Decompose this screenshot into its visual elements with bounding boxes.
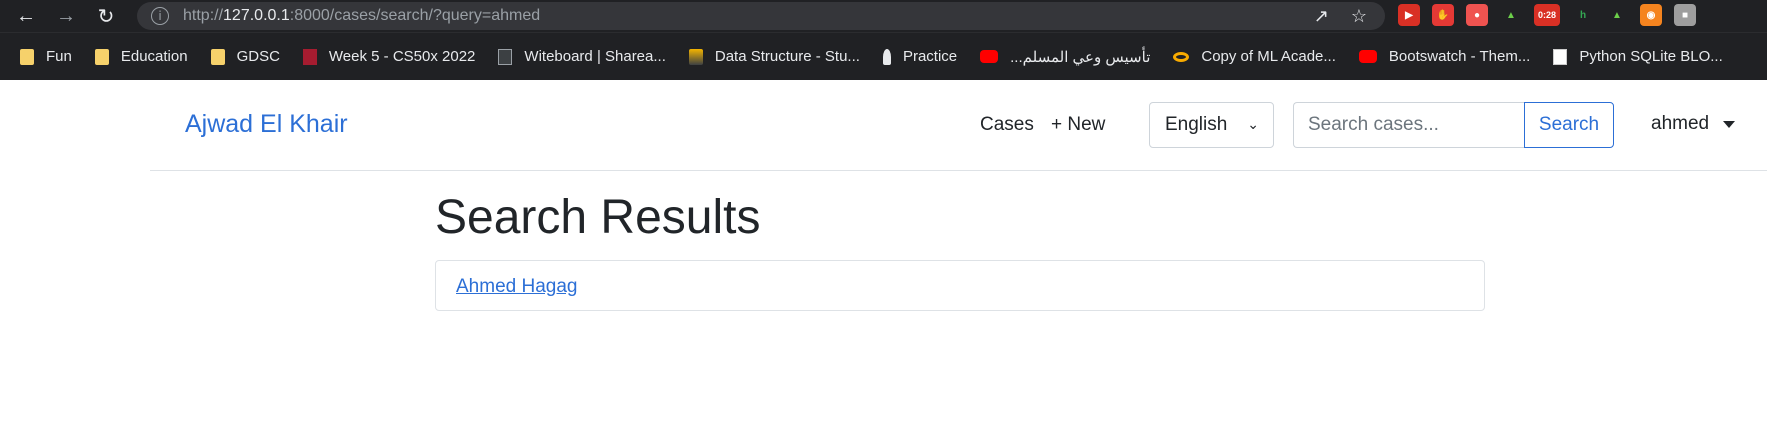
user-name: ahmed bbox=[1651, 113, 1710, 134]
pynative-icon bbox=[1553, 48, 1568, 65]
bookmark-item[interactable]: Practice bbox=[882, 48, 958, 65]
chevron-down-icon: ⌄ bbox=[1247, 117, 1259, 133]
bookmark-label: Copy of ML Acade... bbox=[1201, 48, 1336, 65]
bookmark-label: Week 5 - CS50x 2022 bbox=[328, 48, 476, 65]
user-menu[interactable]: ahmed bbox=[1651, 113, 1736, 135]
reload-icon[interactable]: ↻ bbox=[92, 2, 120, 30]
bookmark-label: Witeboard | Sharea... bbox=[524, 48, 666, 65]
puzzle-ext-icon[interactable]: ■ bbox=[1674, 4, 1696, 26]
site-info-icon[interactable]: i bbox=[151, 7, 169, 25]
youtube-icon bbox=[1358, 50, 1377, 63]
harvard-icon bbox=[302, 48, 317, 65]
nav-new-link[interactable]: + New bbox=[1051, 114, 1105, 136]
colab-icon bbox=[1173, 51, 1190, 62]
site-navbar: Ajwad El Khair Cases + New English ⌄ Sea… bbox=[150, 80, 1767, 171]
folder-icon bbox=[210, 48, 225, 65]
forward-arrow-icon[interactable]: → bbox=[52, 2, 80, 30]
folder-icon bbox=[94, 48, 109, 65]
share-icon[interactable]: ↗ bbox=[1314, 6, 1329, 27]
clock-ext-icon[interactable]: 0:28 bbox=[1534, 4, 1560, 26]
nav-cases-link[interactable]: Cases bbox=[980, 114, 1034, 136]
board-icon bbox=[498, 48, 513, 65]
bookmark-item[interactable]: GDSC bbox=[210, 48, 280, 65]
result-list: Ahmed Hagag bbox=[435, 260, 1485, 311]
result-link[interactable]: Ahmed Hagag bbox=[456, 276, 577, 298]
bookmark-item[interactable]: ...تأسيس وعي المسلم bbox=[980, 48, 1150, 66]
metamask-ext-icon[interactable]: ◉ bbox=[1640, 4, 1662, 26]
language-value: English bbox=[1165, 114, 1228, 135]
adblock-ext-icon[interactable]: ✋ bbox=[1432, 4, 1454, 26]
bookmark-item[interactable]: Fun bbox=[20, 48, 72, 65]
bookmark-label: Bootswatch - Them... bbox=[1388, 48, 1531, 65]
url-text[interactable]: http://127.0.0.1:8000/cases/search/?quer… bbox=[183, 7, 540, 25]
search-input[interactable] bbox=[1293, 102, 1524, 148]
grammar-ext-icon[interactable]: ▲ bbox=[1606, 4, 1628, 26]
h-ext-icon[interactable]: h bbox=[1572, 4, 1594, 26]
page-title: Search Results bbox=[435, 191, 761, 244]
bookmark-item[interactable]: Bootswatch - Them... bbox=[1358, 48, 1531, 65]
bookmark-item[interactable]: Week 5 - CS50x 2022 bbox=[302, 48, 476, 65]
bookmark-label: Practice bbox=[902, 48, 958, 65]
bookmark-item[interactable]: Data Structure - Stu... bbox=[688, 48, 860, 65]
bookmark-label: Fun bbox=[46, 48, 72, 65]
bookmark-label: Python SQLite BLO... bbox=[1579, 48, 1723, 65]
brand-link[interactable]: Ajwad El Khair bbox=[185, 110, 348, 139]
back-arrow-icon[interactable]: ← bbox=[12, 2, 40, 30]
bookmark-item[interactable]: Witeboard | Sharea... bbox=[498, 48, 666, 65]
star-icon[interactable]: ☆ bbox=[1351, 6, 1367, 27]
leetcode-ext-icon[interactable]: ▲ bbox=[1500, 4, 1522, 26]
bookmark-item[interactable]: Python SQLite BLO... bbox=[1553, 48, 1723, 65]
browser-toolbar: ← → ↻ i http://127.0.0.1:8000/cases/sear… bbox=[0, 0, 1767, 32]
bookmark-label: GDSC bbox=[236, 48, 280, 65]
bookmark-label: Education bbox=[120, 48, 188, 65]
youtube-icon bbox=[980, 50, 999, 63]
timer-ext-icon[interactable]: ● bbox=[1466, 4, 1488, 26]
youtube-ext-icon[interactable]: ▶ bbox=[1398, 4, 1420, 26]
caret-down-icon bbox=[1723, 120, 1736, 128]
bookmark-item[interactable]: Copy of ML Acade... bbox=[1173, 48, 1336, 65]
rocket-icon bbox=[882, 48, 891, 65]
bookmark-label: ...تأسيس وعي المسلم bbox=[1010, 48, 1151, 66]
bookmark-item[interactable]: Education bbox=[94, 48, 188, 65]
search-button[interactable]: Search bbox=[1524, 102, 1614, 148]
bookmark-label: Data Structure - Stu... bbox=[714, 48, 860, 65]
folder-icon bbox=[20, 48, 34, 65]
extensions-area: ▶ ✋ ● ▲ 0:28 h ▲ ◉ ■ bbox=[1398, 4, 1696, 26]
address-bar[interactable]: i http://127.0.0.1:8000/cases/search/?qu… bbox=[137, 2, 1385, 30]
bookmarks-bar: Fun Education GDSC Week 5 - CS50x 2022 Witeb… bbox=[0, 32, 1767, 80]
stack-icon bbox=[688, 48, 703, 65]
language-select[interactable]: English ⌄ bbox=[1149, 102, 1274, 148]
